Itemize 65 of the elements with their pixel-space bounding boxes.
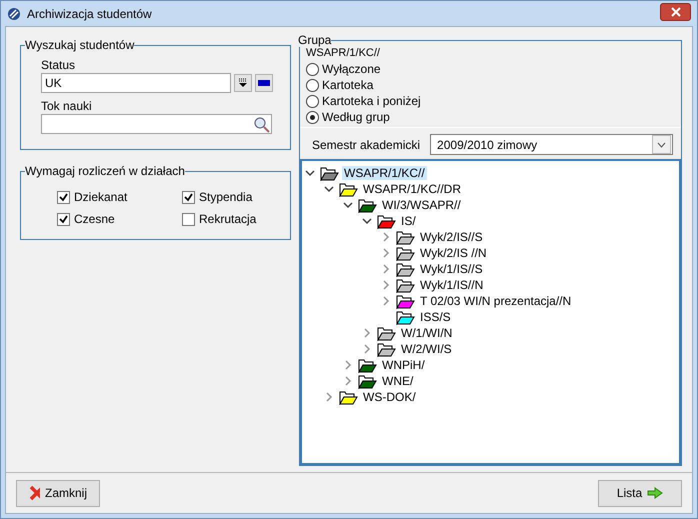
semester-label: Semestr akademicki bbox=[312, 138, 420, 152]
check-icon bbox=[184, 192, 193, 202]
folder-icon bbox=[338, 181, 358, 197]
check-icon bbox=[59, 214, 68, 224]
tree-item[interactable]: T 02/03 WI/N prezentacja//N bbox=[418, 294, 574, 308]
folder-icon bbox=[338, 389, 358, 405]
tree-item[interactable]: ISS/S bbox=[418, 310, 453, 324]
checkbox[interactable]: Stypendia bbox=[182, 190, 282, 204]
semester-select[interactable]: 2009/2010 zimowy bbox=[430, 134, 673, 155]
tree-item[interactable]: Wyk/2/IS//S bbox=[418, 230, 485, 244]
tree-item[interactable]: WI/3/WSAPR// bbox=[380, 198, 463, 212]
field-label: Status bbox=[41, 58, 76, 72]
folder-icon bbox=[376, 325, 396, 341]
folder-icon bbox=[395, 229, 415, 245]
folder-icon bbox=[376, 213, 396, 229]
checkbox[interactable]: Dziekanat bbox=[57, 190, 182, 204]
tree-item[interactable]: WSAPR/1/KC//DR bbox=[361, 182, 464, 196]
folder-icon bbox=[376, 341, 396, 357]
panel-title: Wymagaj rozliczeń w działach bbox=[25, 164, 185, 178]
radio-option[interactable]: Wyłączone bbox=[306, 61, 675, 77]
folder-icon bbox=[319, 165, 339, 181]
tree-item[interactable]: WNPiH/ bbox=[380, 358, 427, 372]
close-button[interactable] bbox=[660, 2, 691, 20]
tree-item[interactable]: Wyk/1/IS//N bbox=[418, 278, 486, 292]
close-button[interactable]: Zamknij bbox=[16, 480, 100, 506]
folder-icon bbox=[395, 245, 415, 261]
panel-title: Wyszukaj studentów bbox=[25, 38, 134, 52]
folder-icon bbox=[395, 277, 415, 293]
app-icon bbox=[7, 6, 21, 20]
folder-icon bbox=[357, 197, 377, 213]
tree-item[interactable]: W/1/WI/N bbox=[399, 326, 454, 340]
radio-option[interactable]: Według grup bbox=[306, 109, 675, 125]
dropdown-icon bbox=[238, 78, 248, 88]
folder-icon bbox=[395, 309, 415, 325]
close-icon bbox=[29, 485, 40, 501]
status-field[interactable]: UK bbox=[41, 73, 231, 93]
folder-icon bbox=[395, 293, 415, 309]
tree-item[interactable]: WSAPR/1/KC// bbox=[342, 166, 427, 180]
checkbox[interactable]: Rekrutacja bbox=[182, 212, 282, 226]
folder-icon bbox=[395, 261, 415, 277]
folder-icon bbox=[357, 373, 377, 389]
radio-option[interactable]: Kartoteka bbox=[306, 77, 675, 93]
tree-item[interactable]: Wyk/1/IS//S bbox=[418, 262, 485, 276]
close-icon bbox=[670, 6, 680, 16]
tree-item[interactable]: WS-DOK/ bbox=[361, 390, 418, 404]
search-icon[interactable] bbox=[253, 116, 270, 132]
check-icon bbox=[59, 192, 68, 202]
tree-item[interactable]: Wyk/2/IS //N bbox=[418, 246, 489, 260]
clear-button[interactable] bbox=[255, 74, 273, 92]
list-button[interactable]: Lista bbox=[598, 480, 682, 506]
tree-item[interactable]: IS/ bbox=[399, 214, 418, 228]
tree-item[interactable]: WNE/ bbox=[380, 374, 416, 388]
dropdown-button[interactable] bbox=[234, 74, 252, 92]
checkbox[interactable]: Czesne bbox=[57, 212, 182, 226]
group-path: WSAPR/1/KC// bbox=[306, 47, 381, 59]
radio-option[interactable]: Kartoteka i poniżej bbox=[306, 93, 675, 109]
window-title: Archiwizacja studentów bbox=[27, 6, 153, 20]
minus-icon bbox=[258, 80, 270, 86]
field-label: Tok nauki bbox=[41, 99, 93, 113]
panel-title: Grupa bbox=[298, 33, 332, 47]
arrow-right-icon bbox=[647, 487, 664, 499]
study-field[interactable] bbox=[41, 114, 272, 134]
chevron-down-icon bbox=[657, 142, 666, 148]
tree-item[interactable]: W/2/WI/S bbox=[399, 342, 454, 356]
folder-icon bbox=[357, 357, 377, 373]
